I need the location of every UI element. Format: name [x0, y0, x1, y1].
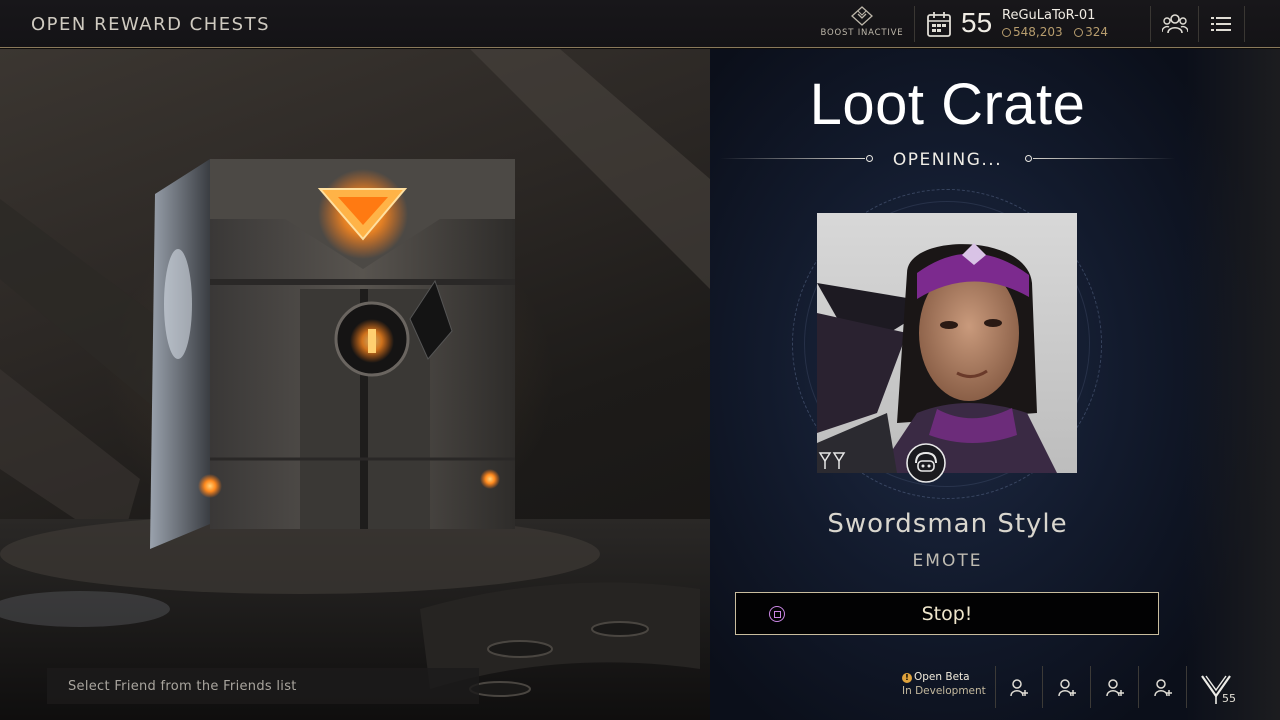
crate-status: OPENING...	[892, 150, 1003, 170]
add-friend-slot-3[interactable]	[1095, 668, 1135, 708]
open-beta-notice: ! Open Beta In Development	[902, 670, 992, 698]
divider	[1042, 666, 1043, 708]
reward-display	[792, 189, 1102, 499]
divider	[914, 6, 915, 42]
add-friend-icon	[1010, 679, 1028, 697]
currency-readout: 548,203 324	[1002, 25, 1108, 39]
friends-icon	[1162, 14, 1188, 34]
player-level: 55	[961, 7, 993, 38]
top-bar: OPEN REWARD CHESTS BOOST INACTIVE 55 ReG…	[0, 0, 1280, 48]
page-title: OPEN REWARD CHESTS	[31, 14, 271, 35]
menu-button[interactable]	[1206, 10, 1236, 38]
divider	[1186, 666, 1187, 708]
boost-icon	[851, 6, 873, 26]
currency-secondary: 324	[1085, 25, 1108, 39]
stop-button-label: Stop!	[921, 602, 973, 625]
add-friend-icon	[1058, 679, 1076, 697]
status-row: OPENING...	[720, 147, 1175, 171]
crate-scene-art	[0, 49, 710, 720]
reward-panel: Loot Crate OPENING... Swordsman Style EM…	[710, 49, 1280, 720]
divider	[995, 666, 996, 708]
crate-scene: Select Friend from the Friends list	[0, 49, 710, 720]
divider	[1138, 666, 1139, 708]
menu-icon	[1211, 17, 1231, 31]
status-dot-right	[1025, 155, 1032, 162]
divider	[1244, 6, 1245, 42]
currency-primary: 548,203	[1013, 25, 1063, 39]
reward-portrait	[817, 213, 1077, 473]
add-friend-slot-4[interactable]	[1143, 668, 1183, 708]
stop-button[interactable]: Stop!	[735, 592, 1159, 635]
boost-status[interactable]: BOOST INACTIVE	[820, 6, 904, 44]
reward-name: Swordsman Style	[827, 509, 1068, 539]
add-friend-slot-2[interactable]	[1047, 668, 1087, 708]
emote-icon	[906, 443, 946, 483]
beta-title: Open Beta	[914, 671, 970, 683]
crate-title: Loot Crate	[809, 72, 1086, 137]
rank-number: 55	[1222, 692, 1236, 705]
add-friend-slot-1[interactable]	[999, 668, 1039, 708]
swordsman-portrait-image	[817, 213, 1077, 473]
square-button-icon	[769, 606, 785, 622]
divider	[1090, 666, 1091, 708]
gem-icon	[1074, 28, 1084, 37]
add-friend-icon	[1106, 679, 1124, 697]
rarity-icon	[818, 452, 846, 469]
coin-icon	[1002, 28, 1011, 37]
status-line-right	[1033, 158, 1175, 159]
friend-select-field[interactable]: Select Friend from the Friends list	[47, 668, 479, 704]
divider	[1198, 6, 1199, 42]
divider	[1150, 6, 1151, 42]
add-friend-icon	[1154, 679, 1172, 697]
beta-subtitle: In Development	[902, 685, 986, 697]
reward-type: EMOTE	[912, 551, 983, 571]
player-name[interactable]: ReGuLaToR-01	[1002, 8, 1095, 23]
friends-button[interactable]	[1160, 10, 1190, 38]
info-icon: !	[902, 673, 912, 683]
panel-edge	[1185, 49, 1280, 720]
boost-label: BOOST INACTIVE	[820, 28, 904, 38]
calendar-icon[interactable]	[926, 10, 952, 38]
